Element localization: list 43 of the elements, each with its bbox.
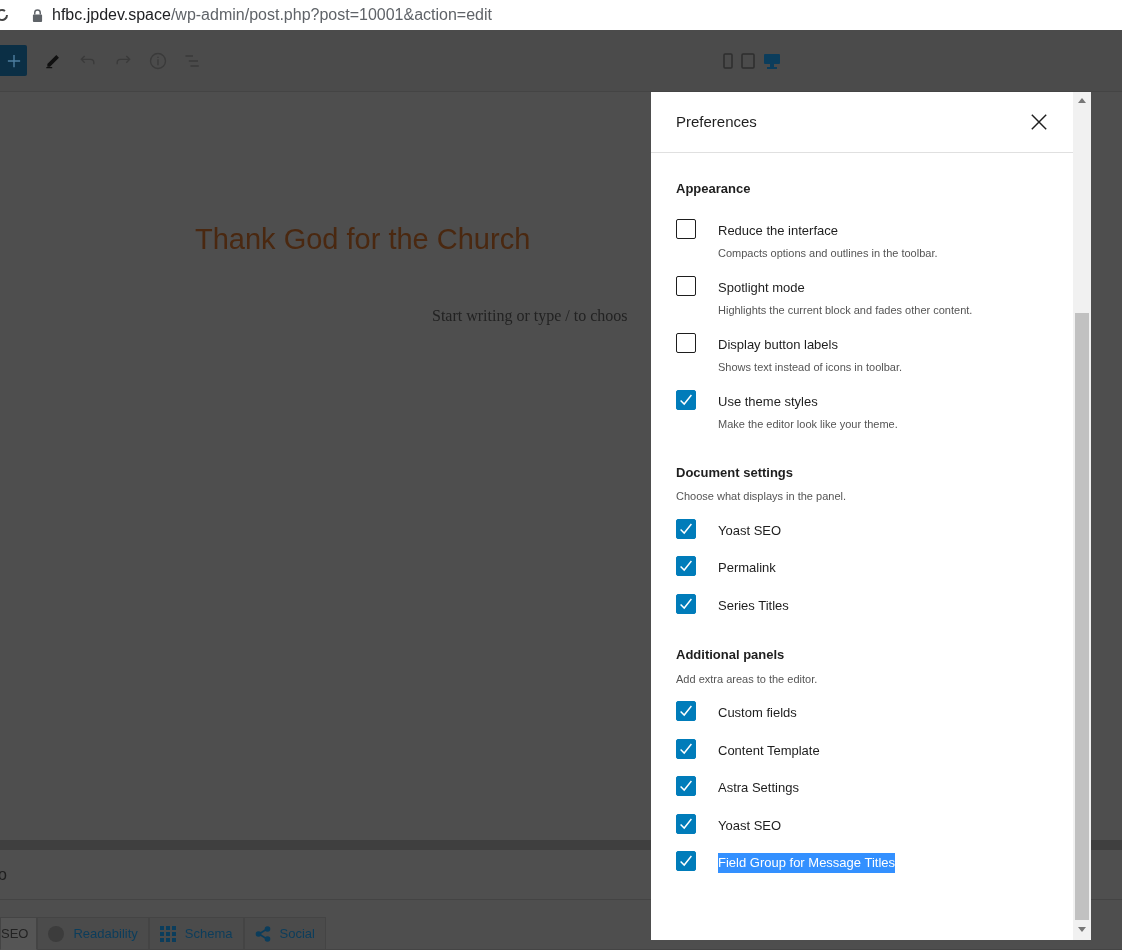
option-label[interactable]: Astra Settings (718, 778, 799, 798)
checkbox[interactable] (676, 218, 696, 239)
close-icon[interactable] (1030, 113, 1048, 131)
section-heading: Appearance (676, 180, 752, 198)
option-label[interactable]: Yoast SEO (718, 520, 782, 540)
option-label[interactable]: Custom fields (718, 703, 797, 723)
scrollbar[interactable] (1073, 92, 1091, 940)
section-heading: Document settings (676, 463, 794, 482)
checkbox[interactable] (676, 275, 696, 296)
option-label[interactable]: Permalink (718, 558, 776, 578)
checkbox[interactable] (676, 701, 696, 721)
checkbox[interactable] (676, 593, 696, 614)
scroll-down-icon[interactable] (1078, 927, 1086, 932)
grid-icon (159, 925, 176, 942)
option-label[interactable]: Series Titles (718, 595, 789, 615)
checkbox[interactable] (676, 518, 696, 539)
option-description: Highlights the current block and fades other content. (718, 303, 973, 318)
option-description: Make the editor look like your theme. (718, 417, 898, 432)
option-description: Compacts options and outlines in the toolbar. (718, 246, 938, 261)
plus-icon (6, 53, 21, 68)
option-label[interactable]: Content Template (718, 740, 820, 760)
checkbox[interactable] (676, 738, 696, 759)
reload-icon[interactable] (0, 7, 10, 23)
option-description: Shows text instead of icons in toolbar. (718, 360, 903, 375)
checkbox[interactable] (676, 389, 696, 410)
section-description: Add extra areas to the editor. (676, 671, 819, 687)
dialog-title: Preferences (676, 111, 757, 132)
lock-icon (32, 8, 43, 22)
checkbox[interactable] (676, 556, 696, 576)
checkbox[interactable] (676, 332, 696, 353)
option-label[interactable]: Display button labels (718, 334, 838, 354)
checkbox[interactable] (676, 851, 696, 871)
option-label[interactable]: Spotlight mode (718, 277, 805, 297)
scroll-up-icon[interactable] (1078, 98, 1086, 103)
checkbox[interactable] (676, 776, 696, 796)
section-heading: Additional panels (676, 646, 786, 664)
section-description: Choose what displays in the panel. (676, 489, 847, 504)
option-label[interactable]: Use theme styles (718, 391, 818, 411)
checkbox[interactable] (676, 813, 696, 834)
share-icon (254, 925, 271, 942)
option-label[interactable]: Reduce the interface (718, 220, 838, 240)
add-block-button[interactable] (0, 45, 27, 76)
option-label[interactable]: Yoast SEO (718, 815, 782, 835)
